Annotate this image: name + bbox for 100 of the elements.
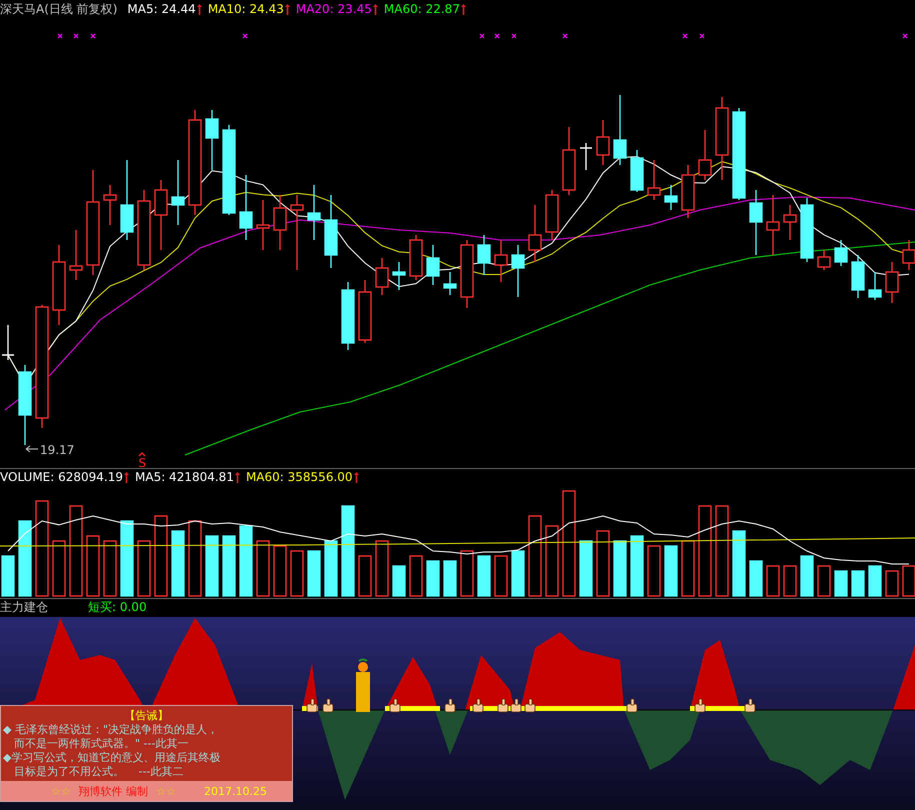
- pointing-hand-icon: [390, 698, 400, 712]
- candlestick: [783, 205, 797, 240]
- volume-value: MA60: 358556.00: [246, 470, 353, 484]
- pointing-hand-icon: [498, 698, 508, 712]
- volume-bar: [579, 540, 593, 597]
- cross-marker-icon: [57, 33, 63, 39]
- volume-bar: [256, 540, 270, 597]
- volume-bar: [409, 555, 423, 597]
- volume-bar: [358, 555, 372, 597]
- candlestick: [580, 143, 592, 170]
- indicator-reading: 短买: 0.00: [88, 598, 147, 616]
- candlestick: [443, 272, 457, 295]
- candlestick: [460, 240, 474, 308]
- volume-bar: [494, 555, 508, 597]
- candlestick: [834, 240, 848, 266]
- candlestick: [69, 230, 83, 280]
- candlestick: [256, 200, 270, 250]
- moving-average-value: MA10: 24.43: [208, 2, 284, 16]
- volume-bar: [307, 550, 321, 597]
- up-arrow-icon: [124, 471, 129, 483]
- volume-bar: [103, 540, 117, 597]
- candlestick: [613, 95, 627, 165]
- notice-title: 【告诫】: [124, 708, 170, 723]
- volume-bar: [749, 560, 763, 597]
- volume-bar: [613, 540, 627, 597]
- volume-bar: [596, 530, 610, 597]
- volume-bar: [392, 565, 406, 597]
- star-decoration: ☆☆: [51, 784, 71, 798]
- star-decoration: ☆☆: [156, 784, 176, 798]
- chart-title: 深天马A(日线 前复权): [0, 0, 118, 18]
- cross-marker-icon: [562, 33, 568, 39]
- volume-bar: [86, 535, 100, 597]
- candlestick: [307, 185, 321, 240]
- candlestick: [154, 180, 168, 250]
- volume-bar: [545, 525, 559, 597]
- pointing-hand-icon: [524, 698, 536, 712]
- volume-bar: [817, 565, 831, 597]
- volume-bar: [885, 570, 899, 597]
- cross-marker-icon: [479, 33, 485, 39]
- volume-bar: [290, 550, 304, 597]
- notice-text: 目标是为了不用公式。 ---此其二: [13, 765, 184, 779]
- candlestick: [630, 150, 644, 192]
- indicator-title: 主力建仓: [0, 598, 48, 616]
- cross-marker-icon: [242, 33, 248, 39]
- positive-area: [893, 645, 915, 710]
- volume-bar: [273, 545, 287, 597]
- volume-bar: [783, 565, 797, 597]
- candlestick: [596, 120, 610, 165]
- volume-bar: [732, 530, 746, 597]
- candlestick: [239, 175, 253, 240]
- volume-bar: [239, 525, 253, 597]
- up-arrow-icon: [372, 3, 378, 15]
- candlestick: [817, 250, 831, 270]
- volume-bar: [426, 560, 440, 597]
- cross-marker-icon: [90, 33, 96, 39]
- candlestick: [477, 235, 491, 275]
- candlestick: [205, 110, 219, 170]
- candlestick: [647, 160, 661, 200]
- pointing-hand-icon: [626, 698, 638, 712]
- low-arrow-icon: [26, 446, 38, 452]
- cross-marker-icon: [511, 33, 517, 39]
- candlestick: [528, 205, 542, 262]
- pointing-hand-icon: [744, 698, 756, 712]
- candlestick: [358, 280, 372, 343]
- cross-marker-icon: [699, 33, 705, 39]
- candlestick: [392, 262, 406, 290]
- candlestick: [800, 198, 814, 262]
- moving-average-value: MA20: 23.45: [296, 2, 372, 16]
- candlestick: [749, 190, 763, 255]
- buy-column: [356, 672, 370, 712]
- caret-icon: [138, 452, 146, 456]
- pointing-hand-icon: [322, 698, 334, 712]
- up-arrow-icon: [196, 3, 202, 15]
- candlestick: [562, 127, 576, 195]
- volume-bar: [681, 540, 695, 597]
- date-text: 2017.10.25: [204, 784, 267, 798]
- candlestick: [426, 245, 440, 285]
- volume-bar: [1, 555, 15, 597]
- moving-average-value: MA60: 22.87: [384, 2, 460, 16]
- candlestick: [494, 240, 508, 282]
- volume-bar: [460, 550, 474, 597]
- volume-bar: [222, 535, 236, 597]
- volume-bar: [52, 540, 66, 597]
- pointing-hand-icon: [306, 698, 318, 712]
- candlestick: [103, 185, 117, 225]
- volume-bar: [477, 555, 491, 597]
- cross-marker-icon: [494, 33, 500, 39]
- volume-bar: [647, 545, 661, 597]
- volume-value: MA5: 421804.81: [135, 470, 234, 484]
- candlestick: [681, 165, 695, 218]
- low-price-label: 19.17: [40, 443, 74, 457]
- volume-bar: [375, 540, 389, 597]
- candlestick: [511, 245, 525, 297]
- pointing-hand-icon: [510, 698, 522, 712]
- candlestick: [409, 235, 423, 280]
- candlestick: [273, 195, 287, 250]
- candlestick: [868, 272, 882, 300]
- candlestick: [851, 255, 865, 298]
- candlestick: [545, 190, 559, 240]
- candlestick: [664, 185, 678, 210]
